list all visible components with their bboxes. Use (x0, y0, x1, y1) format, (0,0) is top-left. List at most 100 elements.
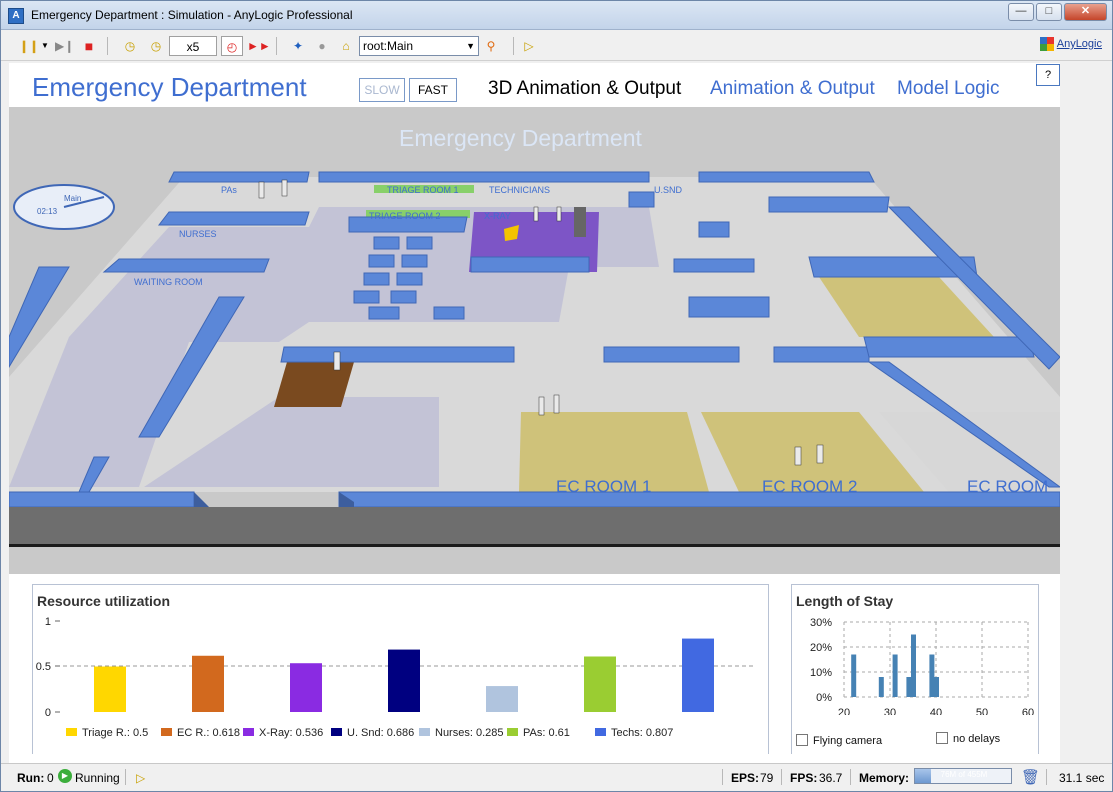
speed-display: x5 (169, 36, 217, 56)
length-of-stay-bar (929, 654, 935, 697)
stop-icon[interactable]: ■ (81, 36, 97, 56)
legend-swatch (243, 728, 254, 736)
resource-utilization-panel: Resource utilization 1 0.5 0 Triage R.: … (32, 584, 769, 754)
legend-swatch (331, 728, 342, 736)
window-title: Emergency Department : Simulation - AnyL… (31, 8, 353, 22)
3d-scene[interactable]: Emergency Department Main 02:13 PAs TRIA… (9, 107, 1060, 574)
root-selector-value: root:Main (363, 39, 414, 53)
room-label-ec2: EC ROOM 2 (762, 477, 858, 496)
toolbar-separator (276, 37, 277, 55)
length-of-stay-bar (911, 634, 916, 697)
anylogic-app-icon[interactable]: A (8, 8, 24, 24)
run-label: Run: (17, 771, 45, 785)
legend-label: Nurses: 0.285 (435, 727, 504, 739)
legend-label: Techs: 0.807 (611, 727, 674, 739)
toolbar-separator (513, 37, 514, 55)
fast-forward-icon[interactable]: ►► (247, 36, 271, 56)
root-selector[interactable]: root:Main ▼ (359, 36, 479, 56)
room-label-triage1: TRIAGE ROOM 1 (387, 185, 459, 195)
y-tick-label: 10% (810, 667, 832, 679)
y-tick-label: 0.5 (36, 661, 51, 673)
legend-swatch (419, 728, 430, 736)
no-delays-checkbox[interactable]: no delays (936, 732, 1000, 745)
maximize-button[interactable]: □ (1036, 3, 1062, 21)
chevron-down-icon[interactable]: ▼ (466, 37, 475, 55)
model-time: 31.1 sec (1059, 771, 1105, 785)
room-label-xray: X-RAY (484, 211, 511, 221)
status-bar: Run: 0 ▶ Running ▷ EPS: 79 FPS: 36.7 Mem… (1, 763, 1112, 791)
legend-item-triage: Triage R.: 0.5 (66, 727, 148, 739)
title-bar[interactable]: A Emergency Department : Simulation - An… (1, 1, 1112, 30)
legend-label: U. Snd: 0.686 (347, 727, 415, 739)
faster-icon[interactable]: ◷ (147, 36, 165, 56)
page-title: Emergency Department (32, 72, 307, 102)
x-tick-label: 40 (930, 707, 942, 715)
realtime-icon[interactable]: ◴ (221, 36, 243, 56)
memory-text: 76M of 455M (940, 770, 988, 779)
y-tick-label: 30% (810, 617, 832, 629)
nav-3d-animation[interactable]: 3D Animation & Output (488, 78, 681, 100)
fps-label: FPS: (790, 771, 818, 785)
legend-label: Triage R.: 0.5 (82, 727, 149, 739)
close-button[interactable]: ✕ (1064, 3, 1107, 21)
memory-bar: 76M of 455M (914, 768, 1012, 784)
application-window: A Emergency Department : Simulation - An… (0, 0, 1113, 792)
legend-swatch (595, 728, 606, 736)
legend-swatch (507, 728, 518, 736)
legend-label: PAs: 0.61 (523, 727, 570, 739)
help-button[interactable]: ? (1036, 64, 1060, 86)
step-icon[interactable]: ▶❙ (55, 36, 74, 56)
floor-plan (9, 107, 1060, 574)
room-label-waiting: WAITING ROOM (134, 277, 203, 287)
run-state: Running (75, 771, 120, 785)
nav-model-logic[interactable]: Model Logic (897, 78, 999, 100)
legend-item-xray: X-Ray: 0.536 (243, 727, 323, 739)
memory-label: Memory: (859, 771, 910, 785)
y-tick-label: 0 (45, 707, 51, 719)
checkbox-box[interactable] (796, 734, 808, 746)
anylogic-link[interactable]: AnyLogic (1039, 37, 1102, 51)
room-label-nurses: NURSES (179, 229, 217, 239)
navigate-up-icon[interactable]: ✦ (289, 36, 307, 56)
x-tick-label: 50 (976, 707, 988, 715)
toolbar: ❙❙ ▼ ▶❙ ■ ◷ ◷ x5 ◴ ►► ✦ ● ⌂ ⚲ ▷ (1, 31, 1112, 61)
fast-button[interactable]: FAST (409, 78, 457, 102)
chevron-down-icon[interactable]: ▼ (39, 36, 51, 56)
location-pin-icon[interactable]: ⚲ (483, 36, 499, 56)
scene-title: Emergency Department (399, 125, 642, 151)
status-separator (850, 769, 851, 785)
minimize-button[interactable]: — (1008, 3, 1034, 21)
checkbox-label: Flying camera (813, 735, 883, 747)
room-label-ec3: EC ROOM (967, 477, 1049, 496)
flying-camera-checkbox[interactable]: Flying camera (796, 734, 882, 747)
y-tick-label: 1 (45, 616, 51, 628)
checkbox-box[interactable] (936, 732, 948, 744)
fps-value: 36.7 (819, 771, 843, 785)
length-of-stay-bar (892, 654, 898, 697)
navigate-back-icon[interactable]: ● (313, 36, 331, 56)
home-icon[interactable]: ⌂ (337, 36, 355, 56)
room-label-ec1: EC ROOM 1 (556, 477, 652, 496)
room-label-technicians: TECHNICIANS (489, 185, 551, 195)
legend-item-nurses: Nurses: 0.285 (419, 727, 503, 739)
slow-button[interactable]: SLOW (359, 78, 405, 102)
y-tick-label: 20% (810, 642, 832, 654)
pause-icon[interactable]: ❙❙ (19, 36, 39, 56)
legend-item-ec: EC R.: 0.618 (161, 727, 240, 739)
run-experiment-icon[interactable]: ▷ (136, 771, 145, 785)
utilization-bar-u-snd (388, 649, 420, 712)
eps-value: 79 (760, 771, 774, 785)
slower-icon[interactable]: ◷ (121, 36, 139, 56)
length-of-stay-bar (878, 677, 884, 697)
status-separator (1046, 769, 1047, 785)
run-experiment-icon[interactable]: ▷ (521, 36, 537, 56)
status-separator (722, 769, 723, 785)
nav-animation-output[interactable]: Animation & Output (710, 78, 875, 100)
y-tick-label: 0% (816, 692, 832, 704)
legend-label: X-Ray: 0.536 (259, 727, 324, 739)
room-label-usnd: U.SND (654, 185, 683, 195)
room-label-triage2: TRIAGE ROOM 2 (369, 211, 441, 221)
model-header: Emergency Department SLOW FAST 3D Animat… (9, 63, 1060, 107)
utilization-bar-ec-r (192, 655, 224, 712)
trash-icon[interactable]: 🗑 (1021, 768, 1040, 786)
